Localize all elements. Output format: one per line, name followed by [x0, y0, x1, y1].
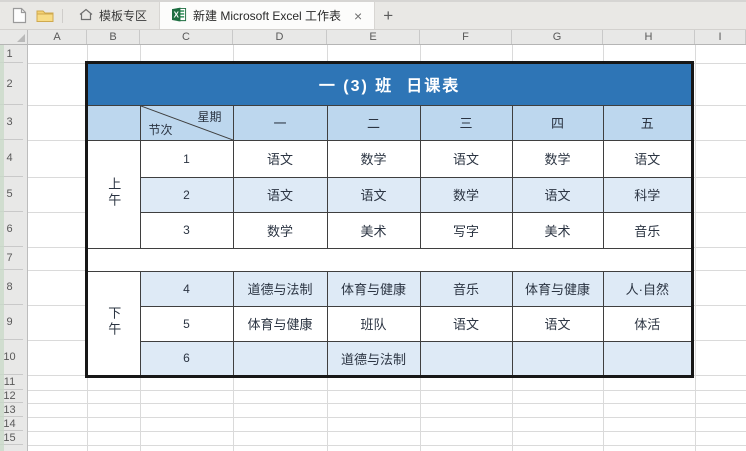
cell-subject[interactable]: 美术 [326, 211, 421, 249]
excel-icon: X [172, 7, 187, 25]
sheet-cells[interactable]: 一 (3) 班 日课表 星期 节次 一 二 三 四 五 上午 1 语文 数学 语… [28, 45, 746, 451]
cell-subject[interactable]: 体育与健康 [232, 305, 328, 342]
cell-subject[interactable]: 语文 [419, 305, 513, 342]
cell-day-header[interactable]: 五 [602, 104, 693, 141]
cell-day-header[interactable]: 一 [232, 104, 328, 141]
column-header-E[interactable]: E [327, 30, 420, 44]
cell-subject[interactable]: 道德与法制 [326, 340, 421, 377]
cell-period[interactable]: 1 [139, 139, 234, 178]
cell-period[interactable]: 6 [139, 340, 234, 377]
cell-day-header[interactable]: 三 [419, 104, 513, 141]
cell-blank-header[interactable] [86, 104, 141, 141]
close-tab-icon[interactable]: × [354, 9, 362, 23]
tab-excel-workbook[interactable]: X 新建 Microsoft Excel 工作表 × [159, 2, 376, 29]
gridline [28, 431, 746, 432]
cell-subject[interactable]: 数学 [511, 139, 604, 178]
column-header-C[interactable]: C [140, 30, 233, 44]
svg-text:X: X [174, 10, 180, 19]
open-folder-icon[interactable] [32, 2, 58, 29]
cell-subject[interactable]: 语文 [232, 139, 328, 178]
cell-subject[interactable]: 班队 [326, 305, 421, 342]
cell-subject[interactable]: 音乐 [602, 211, 693, 249]
cell-subject[interactable] [511, 340, 604, 377]
cell-subject[interactable]: 体育与健康 [511, 270, 604, 307]
cell-period[interactable]: 3 [139, 211, 234, 249]
select-all-triangle-icon [17, 34, 25, 42]
cell-corner-header[interactable]: 星期 节次 [139, 104, 234, 141]
column-header-A[interactable]: A [28, 30, 87, 44]
cell-day-header[interactable]: 二 [326, 104, 421, 141]
window-left-edge [0, 45, 4, 451]
toolbar-divider [62, 8, 63, 23]
cell-subject[interactable]: 体育与健康 [326, 270, 421, 307]
spacer-row[interactable] [86, 247, 693, 272]
cell-subject[interactable] [419, 340, 513, 377]
column-header-H[interactable]: H [603, 30, 695, 44]
corner-weekday-label: 星期 [197, 109, 222, 124]
column-header-F[interactable]: F [420, 30, 512, 44]
cell-subject[interactable]: 写字 [419, 211, 513, 249]
cell-period[interactable]: 5 [139, 305, 234, 342]
timetable: 一 (3) 班 日课表 星期 节次 一 二 三 四 五 上午 1 语文 数学 语… [84, 61, 695, 378]
column-header-I[interactable]: I [695, 30, 746, 44]
tab-template-label: 模板专区 [99, 9, 148, 23]
wps-excel-window: 模板专区 X 新建 Microsoft Excel 工作表 × + ABCDEF… [0, 0, 746, 451]
spreadsheet-area: ABCDEFGHI 1 2 3 4 5 6 7 8 9 10 11 12 13 14 15 一 (3) 班 … [0, 30, 746, 451]
column-header-G[interactable]: G [512, 30, 603, 44]
cell-period[interactable]: 4 [139, 270, 234, 307]
tab-bar: 模板专区 X 新建 Microsoft Excel 工作表 × + [0, 0, 746, 30]
new-document-icon[interactable] [6, 2, 32, 29]
cell-subject[interactable]: 语文 [511, 305, 604, 342]
cell-subject[interactable]: 语文 [232, 176, 328, 213]
cell-subject[interactable]: 人·自然 [602, 270, 693, 307]
cell-subject[interactable]: 语文 [326, 176, 421, 213]
cell-subject[interactable]: 语文 [419, 139, 513, 178]
cell-subject[interactable]: 道德与法制 [232, 270, 328, 307]
gridline [28, 390, 746, 391]
row-headers: 1 2 3 4 5 6 7 8 9 10 11 12 13 14 15 [0, 45, 28, 451]
cell-subject[interactable]: 音乐 [419, 270, 513, 307]
new-tab-button[interactable]: + [375, 2, 401, 29]
cell-subject[interactable]: 数学 [326, 139, 421, 178]
home-icon [79, 8, 93, 24]
gridline [28, 403, 746, 404]
corner-period-label: 节次 [148, 122, 173, 137]
tab-template-zone[interactable]: 模板专区 [67, 2, 159, 29]
cell-subject[interactable] [232, 340, 328, 377]
column-headers: ABCDEFGHI [28, 30, 746, 45]
cell-morning-label[interactable]: 上午 [86, 139, 141, 249]
gridline [28, 445, 746, 446]
column-header-B[interactable]: B [87, 30, 140, 44]
tab-workbook-label: 新建 Microsoft Excel 工作表 [193, 9, 342, 23]
cell-afternoon-label[interactable]: 下午 [86, 270, 141, 377]
cell-day-header[interactable]: 四 [511, 104, 604, 141]
cell-subject[interactable]: 体活 [602, 305, 693, 342]
cell-subject[interactable]: 科学 [602, 176, 693, 213]
column-header-D[interactable]: D [233, 30, 327, 44]
cell-subject[interactable]: 语文 [511, 176, 604, 213]
cell-subject[interactable]: 语文 [602, 139, 693, 178]
cell-subject[interactable]: 数学 [419, 176, 513, 213]
cell-subject[interactable]: 美术 [511, 211, 604, 249]
timetable-title[interactable]: 一 (3) 班 日课表 [86, 62, 693, 106]
cell-period[interactable]: 2 [139, 176, 234, 213]
cell-subject[interactable]: 数学 [232, 211, 328, 249]
cell-subject[interactable] [602, 340, 693, 377]
gridline [28, 417, 746, 418]
select-all-corner[interactable] [0, 30, 28, 45]
